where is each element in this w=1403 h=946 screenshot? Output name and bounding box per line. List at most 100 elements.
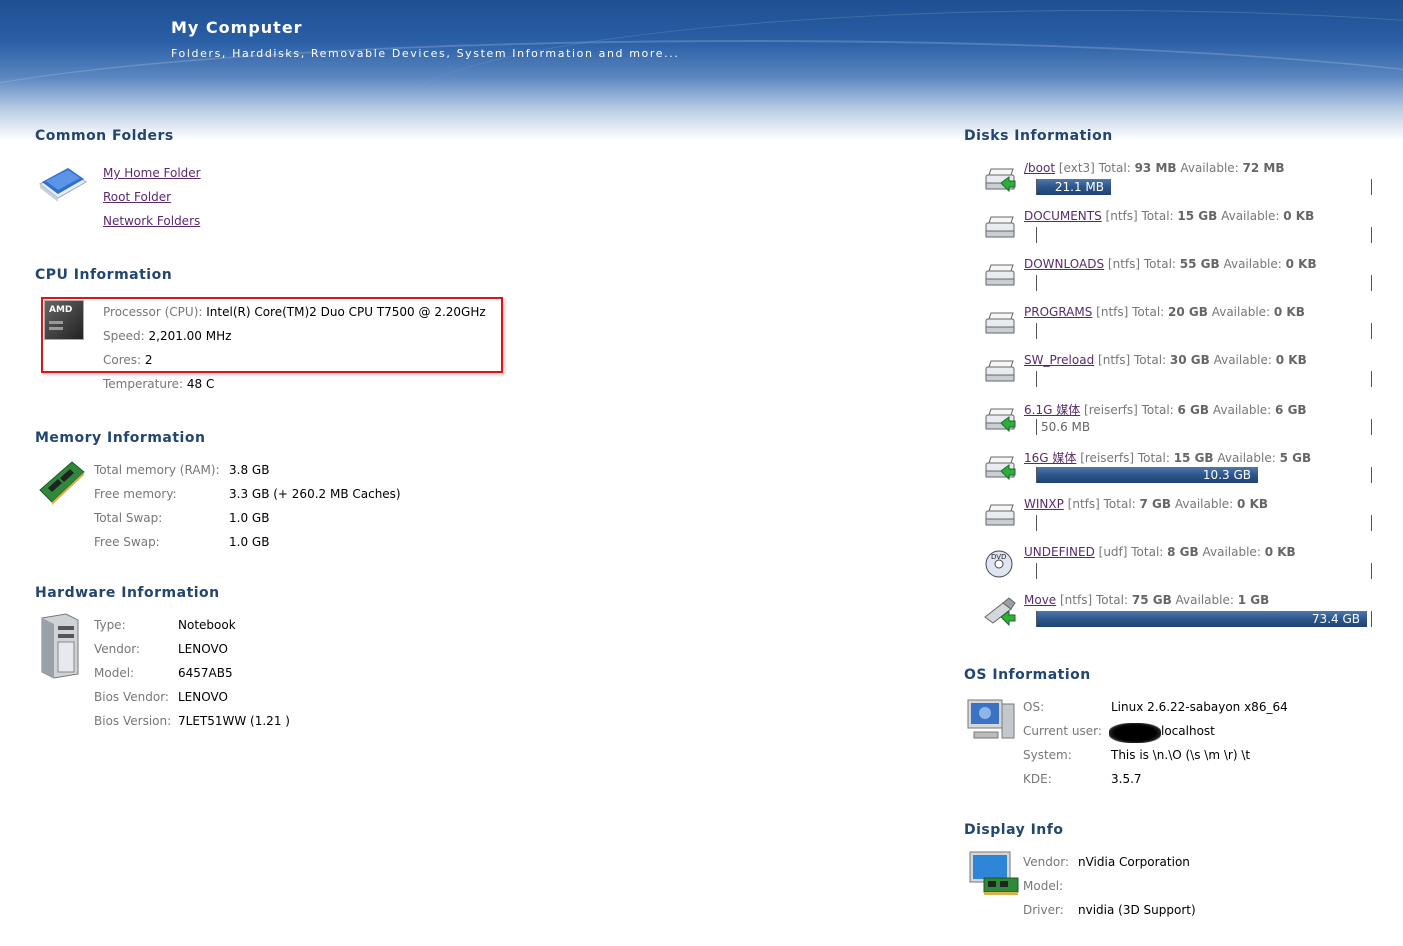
os-info-title: OS Information [964,667,1091,683]
computer-tower-icon [41,613,79,679]
hdd-mounted-icon [985,168,1016,193]
page-subtitle: Folders, Harddisks, Removable Devices, S… [171,47,680,60]
hardware-vendor-value: LENOVO [178,642,228,656]
banner-decoration [400,10,1403,140]
cpu-cores-row: Cores: 2 [103,353,153,367]
header-banner: My Computer Folders, Harddisks, Removabl… [0,0,1403,140]
disk-bar-end [1371,275,1372,291]
hardware-bios-version-value: 7LET51WW (1.21 ) [178,714,290,728]
display-vendor-label: Vendor: [1023,855,1069,869]
disk-details: [ntfs] Total: 7 GB Available: 0 KB [1063,497,1269,511]
disk-link[interactable]: WINXP [1024,497,1064,511]
disk-used-label: 21.1 MB [1054,180,1104,194]
cpu-processor-row: Processor (CPU): Intel(R) Core(TM)2 Duo … [103,305,486,319]
system-label: System: [1023,748,1072,762]
disk-usage-bar: 73.4 GB [1036,611,1371,627]
root-folder-link[interactable]: Root Folder [103,190,171,204]
disk-bar-end [1371,563,1372,579]
system-value: This is \n.\O (\s \m \r) \t [1111,748,1251,762]
hdd-mounted-icon [985,408,1016,433]
amd-cpu-icon: AMD [44,300,84,340]
disk-link[interactable]: 6.1G 媒体 [1024,403,1080,417]
usb-drive-icon [984,597,1016,627]
redacted-username [1109,723,1161,743]
disk-bar-end [1371,179,1372,195]
cpu-temperature-row: Temperature: 48 C [103,377,215,391]
disk-info-row: PROGRAMS [ntfs] Total: 20 GB Available: … [1024,305,1305,319]
display-driver-label: Driver: [1023,903,1064,917]
folder-icon [39,168,87,202]
disk-link[interactable]: Move [1024,593,1056,607]
hardware-vendor-label: Vendor: [94,642,140,656]
disk-info-row: 6.1G 媒体 [reiserfs] Total: 6 GB Available… [1024,401,1307,418]
hdd-icon [985,264,1015,286]
network-folders-link[interactable]: Network Folders [103,214,200,228]
disk-usage-bar: 10.3 GB [1036,467,1371,483]
hardware-model-value: 6457AB5 [178,666,233,680]
disk-details: [udf] Total: 8 GB Available: 0 KB [1094,545,1296,559]
disk-bar-end [1371,227,1372,243]
kde-value: 3.5.7 [1111,772,1142,786]
hardware-bios-version-label: Bios Version: [94,714,172,728]
display-model-label: Model: [1023,879,1064,893]
disks-info-title: Disks Information [964,128,1113,144]
hdd-icon [985,504,1015,526]
cpu-speed-row: Speed: 2,201.00 MHz [103,329,232,343]
disk-link[interactable]: UNDEFINED [1024,545,1095,559]
disk-info-row: /boot [ext3] Total: 93 MB Available: 72 … [1024,161,1285,175]
disk-link[interactable]: PROGRAMS [1024,305,1092,319]
disk-info-row: DOWNLOADS [ntfs] Total: 55 GB Available:… [1024,257,1317,271]
display-vendor-value: nVidia Corporation [1078,855,1190,869]
disk-link[interactable]: /boot [1024,161,1055,175]
memory-total-swap-value: 1.0 GB [229,511,270,525]
disk-details: [ntfs] Total: 55 GB Available: 0 KB [1104,257,1317,271]
disk-info-row: UNDEFINED [udf] Total: 8 GB Available: 0… [1024,545,1296,559]
disk-used-label: 10.3 GB [1202,468,1251,482]
memory-total-value: 3.8 GB [229,463,270,477]
hardware-type-label: Type: [94,618,126,632]
hdd-icon [985,360,1015,382]
kde-label: KDE: [1023,772,1052,786]
disk-details: [ntfs] Total: 30 GB Available: 0 KB [1094,353,1307,367]
disk-bar-end [1371,371,1372,387]
display-info-title: Display Info [964,822,1064,838]
disk-used-label: 73.4 GB [1311,612,1360,626]
disk-bar-end [1371,467,1372,483]
disk-bar-end [1371,611,1372,627]
common-folders-title: Common Folders [35,128,174,144]
hdd-icon [985,216,1015,238]
hardware-model-label: Model: [94,666,135,680]
disk-info-row: WINXP [ntfs] Total: 7 GB Available: 0 KB [1024,497,1268,511]
hardware-type-value: Notebook [178,618,236,632]
disk-link[interactable]: 16G 媒体 [1024,451,1076,465]
disk-info-row: DOCUMENTS [ntfs] Total: 15 GB Available:… [1024,209,1314,223]
current-user-label: Current user: [1023,724,1102,738]
os-computer-icon [967,699,1015,739]
disk-bar-end [1371,515,1372,531]
disk-link[interactable]: DOCUMENTS [1024,209,1102,223]
display-card-icon [969,851,1019,895]
disk-usage-bar [1036,275,1371,291]
my-home-folder-link[interactable]: My Home Folder [103,166,201,180]
disk-info-row: 16G 媒体 [reiserfs] Total: 15 GB Available… [1024,449,1311,466]
disk-usage-bar [1036,323,1371,339]
hdd-icon [985,312,1015,334]
memory-total-swap-row: Total Swap: [94,511,163,525]
hardware-bios-vendor-label: Bios Vendor: [94,690,169,704]
memory-free-row: Free memory: [94,487,177,501]
memory-info-title: Memory Information [35,430,206,446]
hdd-mounted-icon [985,456,1016,481]
os-label: OS: [1023,700,1045,714]
memory-total-row: Total memory (RAM): [94,463,220,477]
disk-details: [reiserfs] Total: 6 GB Available: 6 GB [1080,403,1307,417]
disk-info-row: SW_Preload [ntfs] Total: 30 GB Available… [1024,353,1307,367]
memory-module-icon [39,461,85,505]
memory-free-value: 3.3 GB (+ 260.2 MB Caches) [229,487,401,501]
disk-bar-end [1371,323,1372,339]
page-title: My Computer [171,18,303,37]
os-value: Linux 2.6.22-sabayon x86_64 [1111,700,1288,714]
disk-details: [ext3] Total: 93 MB Available: 72 MB [1055,161,1285,175]
disk-link[interactable]: SW_Preload [1024,353,1094,367]
disk-link[interactable]: DOWNLOADS [1024,257,1104,271]
disk-details: [ntfs] Total: 20 GB Available: 0 KB [1092,305,1305,319]
